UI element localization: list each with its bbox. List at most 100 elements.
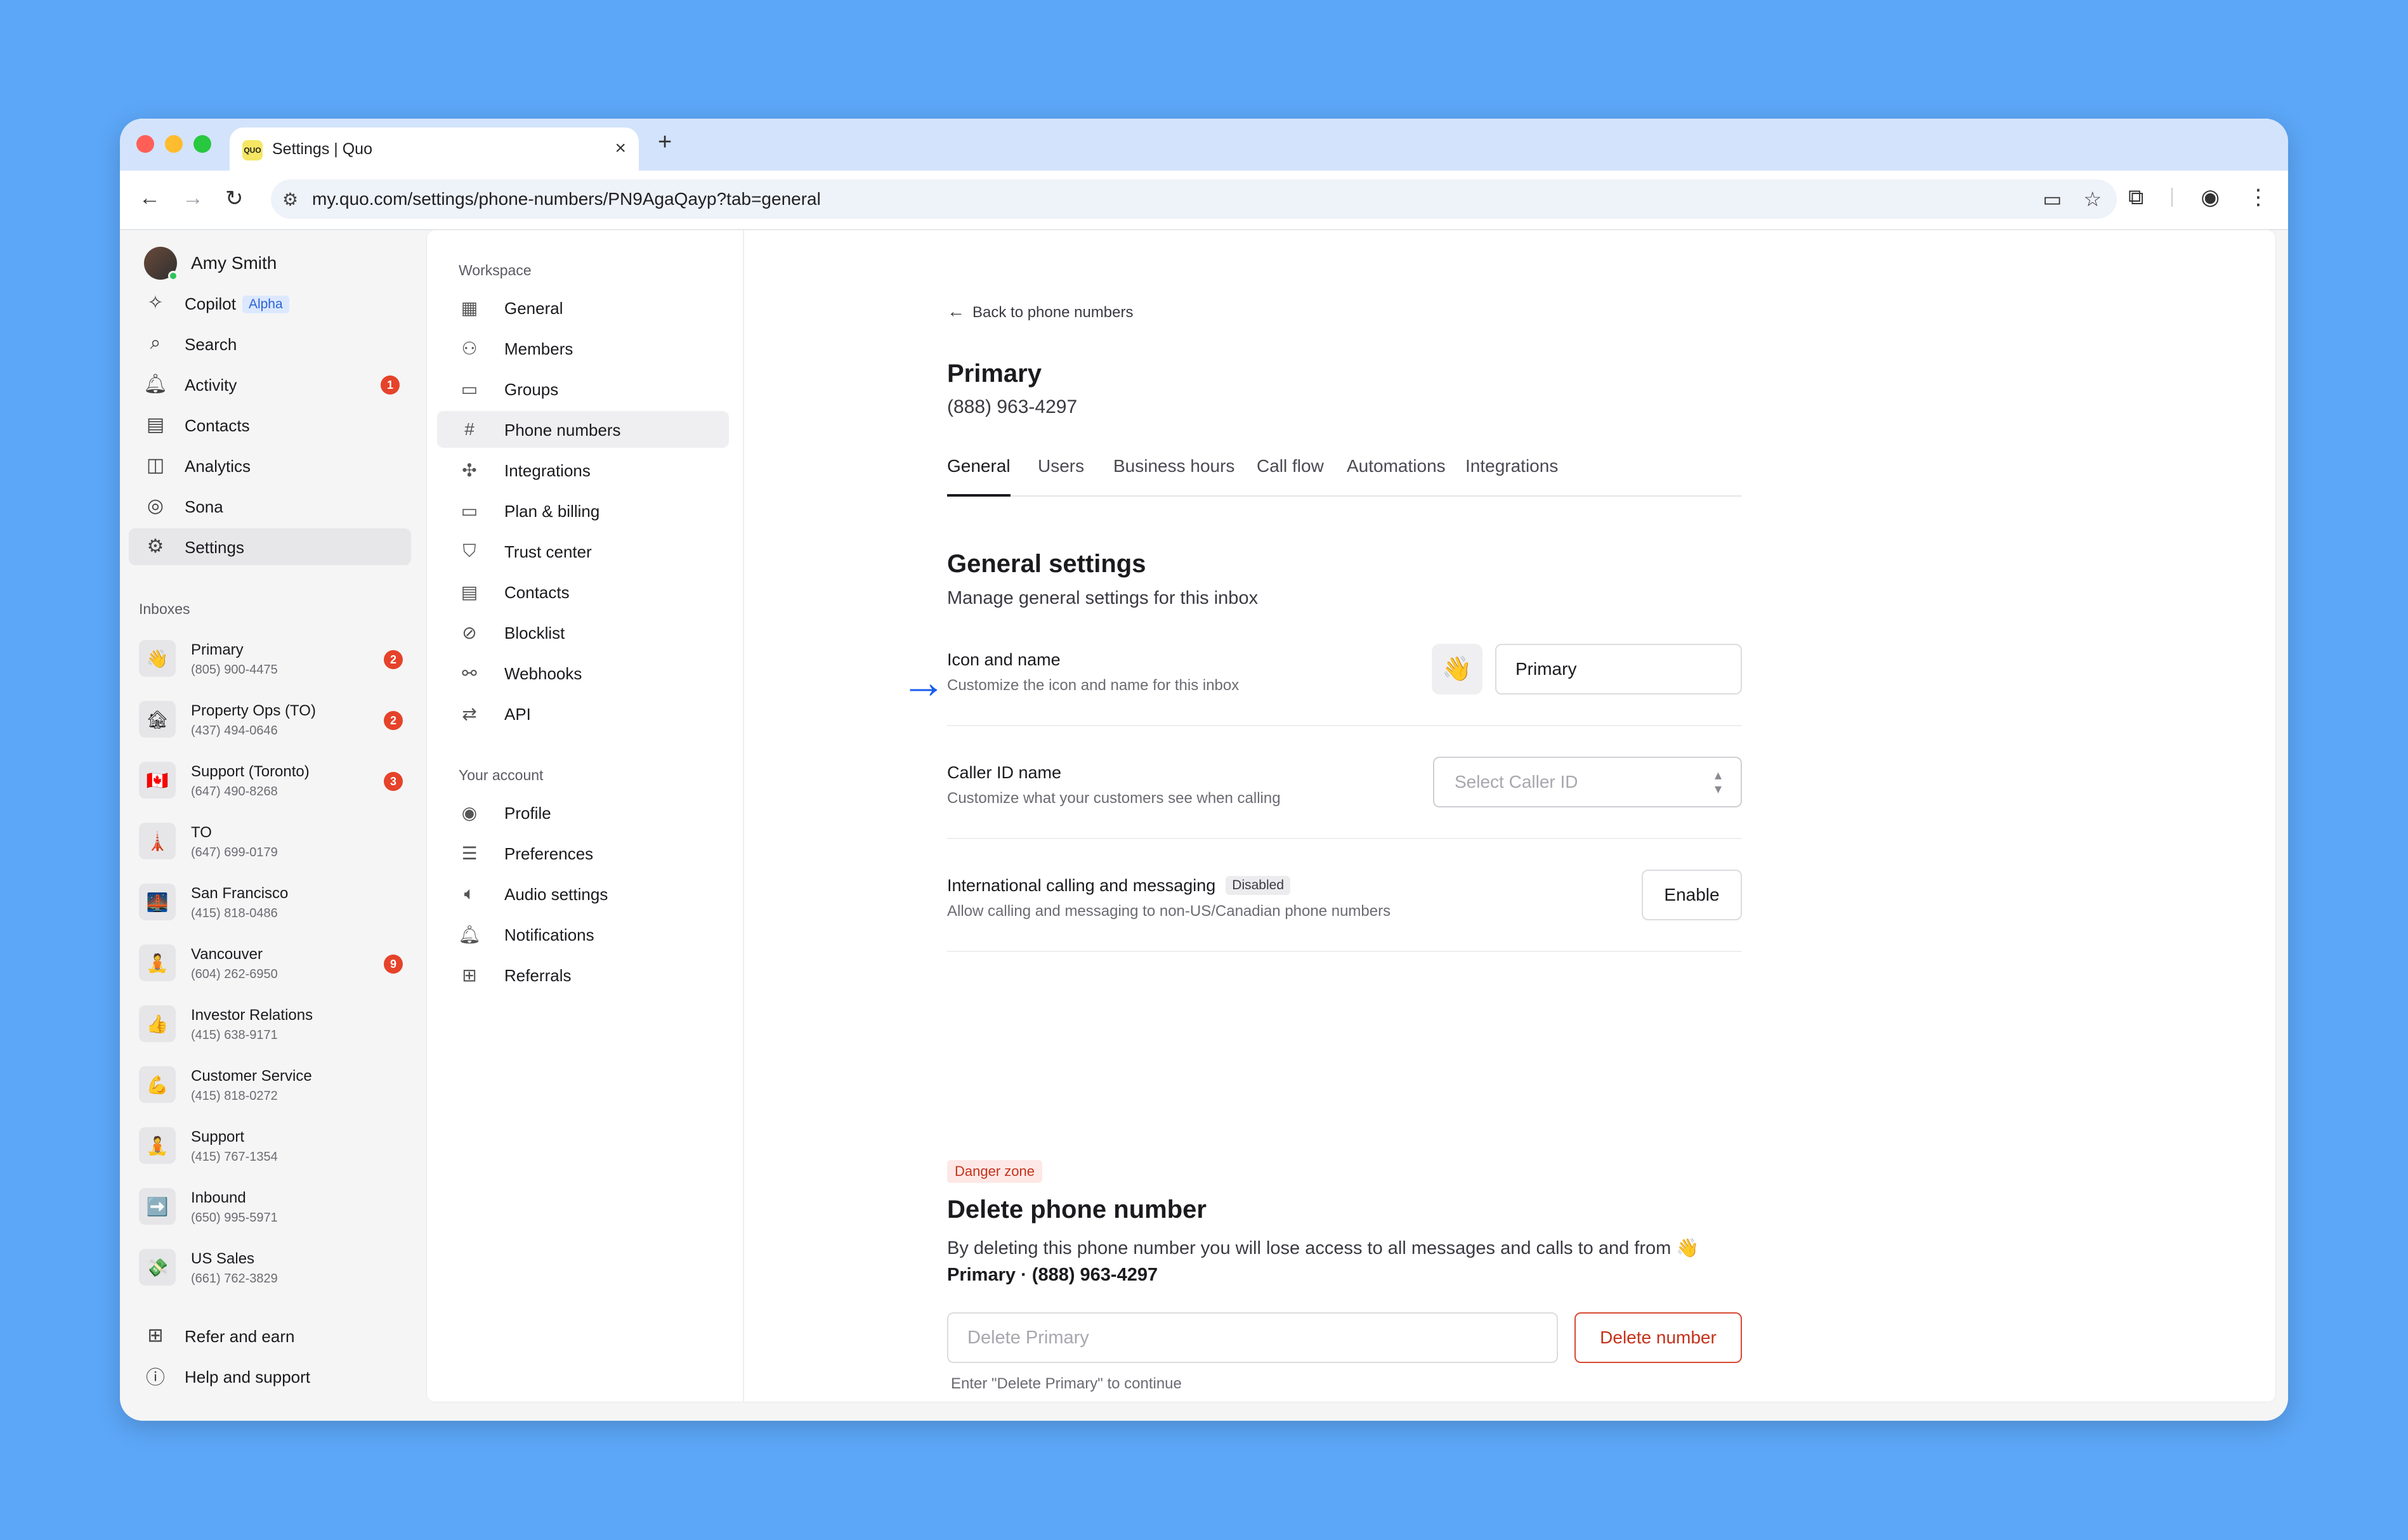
inbox-item-to[interactable]: 🗼 TO (647) 699-0179 bbox=[139, 818, 412, 868]
inbox-phone: (805) 900-4475 bbox=[191, 663, 278, 677]
profile-icon[interactable]: ◉ bbox=[2201, 185, 2220, 210]
inbox-emoji-icon: 💸 bbox=[139, 1249, 176, 1286]
inbox-unread-badge: 3 bbox=[384, 772, 403, 791]
sidebar-item-refer-and-earn[interactable]: ⊞ Refer and earn bbox=[129, 1317, 411, 1354]
settings-item-blocklist[interactable]: ⊘ Blocklist bbox=[437, 614, 729, 651]
settings-item-profile[interactable]: ◉ Profile bbox=[437, 794, 729, 831]
inbox-emoji-icon: 💪 bbox=[139, 1066, 176, 1103]
settings-item-members[interactable]: ⚇ Members bbox=[437, 330, 729, 367]
inbox-phone: (661) 762-3829 bbox=[191, 1272, 278, 1286]
caller-id-row: Caller ID name Customize what your custo… bbox=[947, 757, 1742, 839]
url-text[interactable]: my.quo.com/settings/phone-numbers/PN9Aga… bbox=[312, 189, 821, 209]
inbox-item-property-ops[interactable]: 🏚 Property Ops (TO) (437) 494-0646 2 bbox=[139, 696, 412, 747]
pointer-arrow-icon: → bbox=[901, 657, 946, 708]
gift-icon: ⊞ bbox=[147, 1324, 164, 1346]
inbox-name: San Francisco bbox=[191, 885, 289, 902]
address-bar[interactable]: ⚙ my.quo.com/settings/phone-numbers/PN9A… bbox=[271, 179, 2117, 219]
user-menu[interactable]: Amy Smith bbox=[144, 247, 277, 281]
inbox-item-primary[interactable]: 👋 Primary (805) 900-4475 2 bbox=[139, 635, 412, 686]
inbox-emoji-icon: 👍 bbox=[139, 1005, 176, 1042]
tab-users[interactable]: Users bbox=[1038, 456, 1084, 497]
settings-item-api[interactable]: ⇄ API bbox=[437, 695, 729, 732]
new-tab-icon[interactable]: + bbox=[658, 129, 672, 156]
settings-item-label: API bbox=[504, 705, 531, 724]
close-window-button[interactable] bbox=[136, 135, 154, 153]
tab-call-flow[interactable]: Call flow bbox=[1257, 456, 1324, 497]
delete-number-button[interactable]: Delete number bbox=[1574, 1312, 1742, 1363]
inbox-phone: (415) 818-0272 bbox=[191, 1089, 278, 1103]
settings-item-plan-billing[interactable]: ▭ Plan & billing bbox=[437, 492, 729, 529]
sidebar-item-help-and-support[interactable]: ⓘ Help and support bbox=[129, 1358, 411, 1395]
inbox-item-support[interactable]: 🧘 Support (415) 767-1354 bbox=[139, 1122, 412, 1173]
forward-arrow-icon[interactable]: → bbox=[182, 186, 204, 211]
delete-confirmation-input[interactable] bbox=[947, 1312, 1558, 1363]
tab-search-icon[interactable]: ⧉ bbox=[2128, 185, 2143, 210]
sidebar-item-label: Settings bbox=[185, 538, 244, 557]
settings-item-preferences[interactable]: ☰ Preferences bbox=[437, 835, 729, 871]
inbox-emoji-icon: ➡️ bbox=[139, 1188, 176, 1225]
inbox-phone: (415) 638-9171 bbox=[191, 1028, 278, 1042]
reload-icon[interactable]: ↻ bbox=[225, 186, 244, 211]
settings-item-groups[interactable]: ▭ Groups bbox=[437, 370, 729, 407]
settings-item-contacts[interactable]: ▤ Contacts bbox=[437, 573, 729, 610]
activity-count-badge: 1 bbox=[381, 375, 400, 395]
bell-icon: 🔔︎ bbox=[143, 373, 168, 395]
inbox-emoji-icon: 🗼 bbox=[139, 823, 176, 859]
tab-business-hours[interactable]: Business hours bbox=[1113, 456, 1234, 497]
settings-item-webhooks[interactable]: ⚯ Webhooks bbox=[437, 655, 729, 691]
general-settings-description: Manage general settings for this inbox bbox=[947, 588, 1259, 608]
inbox-name-input[interactable] bbox=[1495, 644, 1742, 695]
inbox-emoji-picker-button[interactable]: 👋 bbox=[1432, 644, 1482, 695]
back-arrow-icon[interactable]: ← bbox=[139, 186, 160, 211]
inbox-emoji-icon: 🏚 bbox=[139, 701, 176, 738]
sidebar-item-activity[interactable]: 🔔︎ Activity 1 bbox=[129, 366, 411, 403]
inbox-item-inbound[interactable]: ➡️ Inbound (650) 995-5971 bbox=[139, 1183, 412, 1234]
browser-tab[interactable]: QUO Settings | Quo × bbox=[230, 127, 639, 171]
inbox-name: US Sales bbox=[191, 1250, 255, 1267]
more-menu-icon[interactable]: ⋮ bbox=[2248, 185, 2269, 210]
sidebar-item-label: Contacts bbox=[185, 416, 250, 435]
inbox-item-support-toronto[interactable]: 🇨🇦 Support (Toronto) (647) 490-8268 3 bbox=[139, 757, 412, 807]
inbox-item-investor-relations[interactable]: 👍 Investor Relations (415) 638-9171 bbox=[139, 1000, 412, 1051]
settings-item-label: Members bbox=[504, 339, 573, 358]
tab-title: Settings | Quo bbox=[272, 140, 372, 158]
minimize-window-button[interactable] bbox=[165, 135, 183, 153]
inbox-item-vancouver[interactable]: 🧘 Vancouver (604) 262-6950 9 bbox=[139, 939, 412, 990]
inbox-phone: (415) 767-1354 bbox=[191, 1150, 278, 1164]
inbox-item-customer-service[interactable]: 💪 Customer Service (415) 818-0272 bbox=[139, 1061, 412, 1112]
sidebar-item-contacts[interactable]: ▤ Contacts bbox=[129, 407, 411, 443]
sidebar-item-copilot[interactable]: ✧ Copilot Alpha bbox=[129, 285, 411, 322]
caller-id-select[interactable]: Select Caller ID ▴ ▾ bbox=[1433, 757, 1742, 807]
inbox-phone: (415) 818-0486 bbox=[191, 906, 278, 920]
sidebar-item-sona[interactable]: ◎ Sona bbox=[129, 488, 411, 525]
bookmark-star-icon[interactable]: ☆ bbox=[2083, 187, 2102, 211]
settings-item-audio-settings[interactable]: 🔈︎ Audio settings bbox=[437, 875, 729, 912]
webhooks-icon: ⚯ bbox=[462, 663, 477, 683]
close-tab-icon[interactable]: × bbox=[615, 138, 626, 159]
inbox-item-san-francisco[interactable]: 🌉 San Francisco (415) 818-0486 bbox=[139, 878, 412, 929]
cast-icon[interactable]: ▭ bbox=[2043, 187, 2062, 211]
settings-item-notifications[interactable]: 🔔︎ Notifications bbox=[437, 916, 729, 953]
settings-item-trust-center[interactable]: ⛉ Trust center bbox=[437, 533, 729, 570]
settings-item-general[interactable]: ▦ General bbox=[437, 289, 729, 326]
sidebar-item-analytics[interactable]: ◫ Analytics bbox=[129, 447, 411, 484]
browser-toolbar: ← → ↻ ⚙ my.quo.com/settings/phone-number… bbox=[120, 171, 2288, 230]
site-settings-icon[interactable]: ⚙ bbox=[282, 189, 298, 210]
settings-item-integrations[interactable]: ✣ Integrations bbox=[437, 452, 729, 488]
sidebar-item-settings[interactable]: ⚙ Settings bbox=[129, 528, 411, 565]
tab-general[interactable]: General bbox=[947, 456, 1011, 497]
settings-item-phone-numbers[interactable]: # Phone numbers bbox=[437, 411, 729, 448]
enable-international-button[interactable]: Enable bbox=[1642, 870, 1742, 920]
tab-integrations[interactable]: Integrations bbox=[1465, 456, 1558, 497]
inbox-item-us-sales[interactable]: 💸 US Sales (661) 762-3829 bbox=[139, 1244, 412, 1295]
maximize-window-button[interactable] bbox=[193, 135, 211, 153]
back-to-phone-numbers-link[interactable]: ← Back to phone numbers bbox=[947, 301, 1134, 322]
delete-phone-number-title: Delete phone number bbox=[947, 1196, 1207, 1224]
inbox-emoji-icon: 🌉 bbox=[139, 884, 176, 920]
sidebar-item-search[interactable]: ⌕ Search bbox=[129, 325, 411, 362]
settings-item-referrals[interactable]: ⊞ Referrals bbox=[437, 956, 729, 993]
tab-automations[interactable]: Automations bbox=[1347, 456, 1446, 497]
back-link-label: Back to phone numbers bbox=[972, 304, 1134, 321]
online-status-dot bbox=[168, 271, 178, 281]
back-arrow-icon: ← bbox=[947, 301, 965, 321]
